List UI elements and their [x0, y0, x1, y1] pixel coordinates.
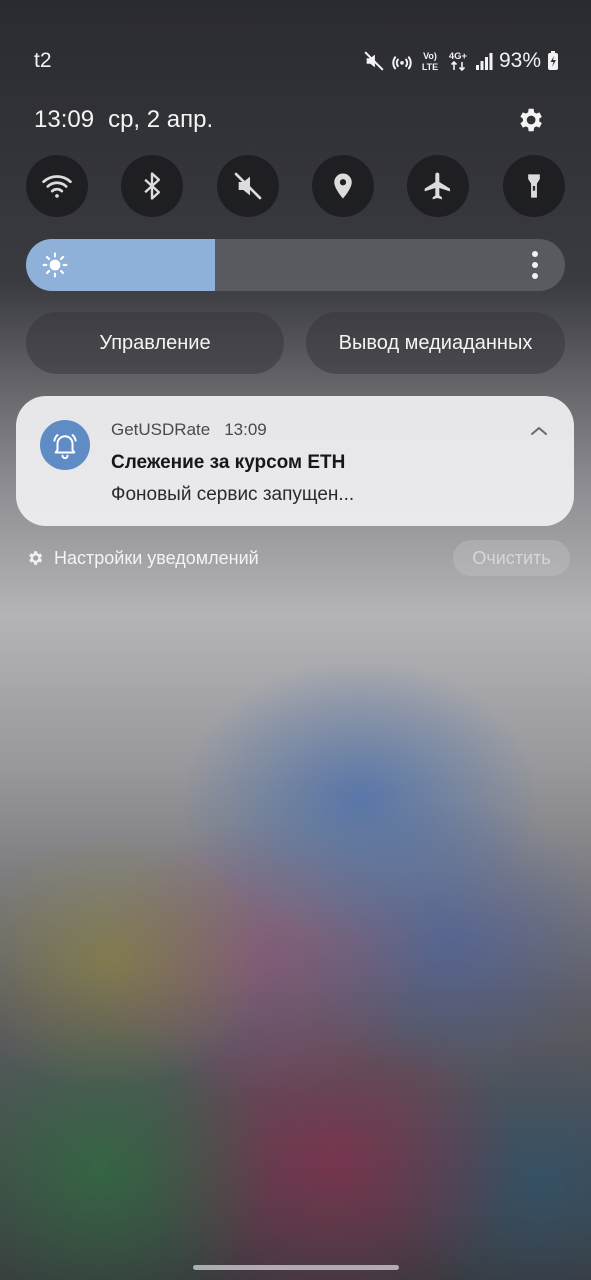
airplane-toggle[interactable] [407, 155, 469, 217]
bluetooth-toggle[interactable] [121, 155, 183, 217]
wifi-icon [42, 175, 72, 198]
settings-button[interactable] [514, 104, 546, 136]
bluetooth-icon [144, 172, 161, 200]
svg-text:4G+: 4G+ [449, 51, 468, 62]
chevron-up-icon [531, 427, 547, 435]
notification-settings-label: Настройки уведомлений [54, 547, 259, 568]
svg-text:Vo): Vo) [423, 51, 437, 61]
notification-body: Фоновый сервис запущен... [111, 484, 355, 505]
clock-time[interactable]: 13:09 [34, 106, 94, 134]
battery-charging-icon [547, 51, 559, 71]
mute-icon [234, 172, 262, 200]
sound-toggle[interactable] [217, 155, 279, 217]
flashlight-icon [528, 174, 540, 198]
clear-button[interactable]: Очистить [453, 540, 570, 576]
notification-app-name: GetUSDRate [111, 420, 211, 439]
notification-title: Слежение за курсом ETH [111, 452, 346, 473]
status-icons: Vo) LTE 4G+ 93% [363, 48, 559, 74]
notification-settings-link[interactable]: Настройки уведомлений [26, 545, 259, 571]
home-indicator[interactable] [193, 1265, 399, 1270]
media-output-button[interactable]: Вывод медиаданных [306, 312, 565, 374]
mute-icon [363, 50, 385, 72]
volte-icon: Vo) LTE [419, 49, 441, 73]
collapse-button[interactable] [528, 420, 550, 442]
bell-icon [53, 434, 77, 460]
gear-icon [520, 108, 542, 132]
quick-settings-row [26, 155, 565, 217]
control-button[interactable]: Управление [26, 312, 284, 374]
wifi-toggle[interactable] [26, 155, 88, 217]
battery-percent: 93% [498, 49, 541, 72]
gear-icon [29, 551, 43, 565]
airplane-icon [424, 172, 450, 200]
carrier-name: t2 [34, 49, 52, 72]
notification-header: GetUSDRate 13:09 [111, 420, 267, 440]
notification-time: 13:09 [224, 420, 267, 439]
signal-icon [475, 51, 493, 71]
datetime: 13:09 ср, 2 апр. [34, 106, 213, 134]
app-icon [40, 420, 90, 470]
sun-icon [42, 252, 68, 278]
notification-card[interactable]: GetUSDRate 13:09 Слежение за курсом ETH … [16, 396, 574, 526]
date-label[interactable]: ср, 2 апр. [108, 106, 213, 134]
location-toggle[interactable] [312, 155, 374, 217]
more-options-icon[interactable] [525, 251, 545, 279]
hotspot-icon [391, 50, 413, 72]
flashlight-toggle[interactable] [503, 155, 565, 217]
location-icon [334, 173, 352, 199]
brightness-slider[interactable] [26, 239, 565, 291]
4g-plus-icon: 4G+ [447, 49, 469, 73]
svg-text:LTE: LTE [422, 62, 438, 72]
status-bar: t2 Vo) LTE 4G+ 93% [0, 0, 591, 120]
